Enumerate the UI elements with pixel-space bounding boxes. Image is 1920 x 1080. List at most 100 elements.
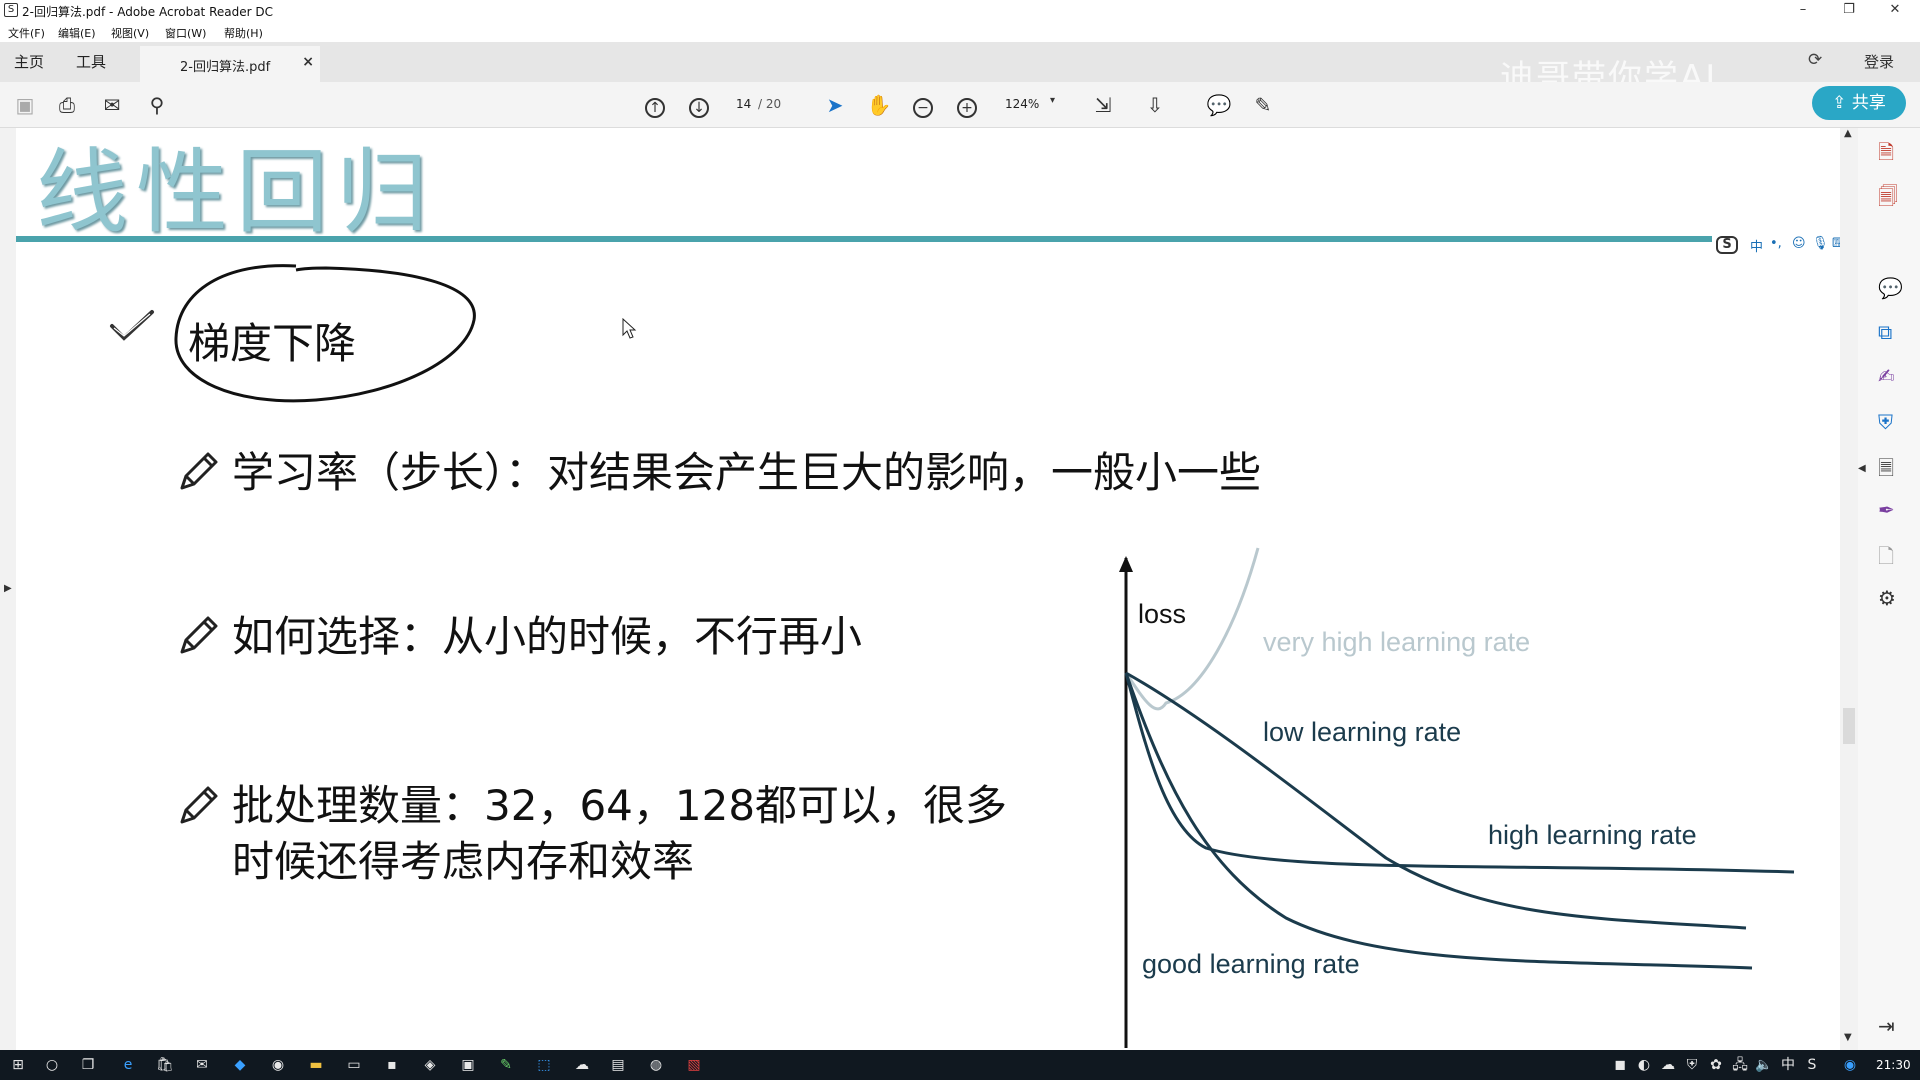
tab-document[interactable]: 2-回归算法.pdf × bbox=[140, 46, 320, 82]
tray-shield-icon[interactable]: ⛨ bbox=[1682, 1056, 1702, 1074]
total-pages: / 20 bbox=[758, 97, 782, 111]
email-icon[interactable]: ✉ bbox=[97, 90, 127, 120]
comment-icon[interactable]: 💬 bbox=[1204, 90, 1234, 120]
task-view-icon[interactable]: ❐ bbox=[78, 1056, 98, 1074]
checkmark-icon bbox=[110, 310, 154, 341]
series-label-low: low learning rate bbox=[1263, 717, 1461, 747]
app-icon-7[interactable]: ⬚ bbox=[534, 1056, 554, 1074]
network-icon[interactable]: 🖧 bbox=[1730, 1056, 1750, 1074]
acrobat-app-icon: S bbox=[4, 3, 18, 17]
bullet-how-to-choose: 如何选择：从小的时候，不行再小 bbox=[232, 612, 863, 661]
series-label-good: good learning rate bbox=[1142, 949, 1360, 979]
notification-icon[interactable]: ◉ bbox=[1840, 1056, 1860, 1074]
menu-edit[interactable]: 编辑(E) bbox=[58, 25, 96, 41]
organize-pages-icon[interactable]: 🗋 bbox=[1878, 542, 1894, 576]
series-label-very-high: very high learning rate bbox=[1263, 627, 1530, 657]
zoom-in-icon[interactable]: + bbox=[952, 90, 982, 120]
input-language-icon[interactable]: 中 bbox=[1778, 1056, 1798, 1074]
hand-tool-icon[interactable]: ✋ bbox=[864, 90, 894, 120]
app-icon-4[interactable]: ◈ bbox=[420, 1056, 440, 1074]
menu-help[interactable]: 帮助(H) bbox=[224, 25, 263, 41]
right-tools-pane: 🗎 🗐 💬 ⧉ ✍ ⛨ 🗏 ✒ 🗋 ⚙ ◀ ⇥ bbox=[1858, 128, 1920, 1050]
ime-punctuation-toggle[interactable]: •, bbox=[1770, 236, 1782, 251]
scroll-up-icon[interactable]: ▲ bbox=[1844, 128, 1852, 139]
zoom-dropdown-icon[interactable]: ▾ bbox=[1050, 95, 1055, 106]
acrobat-taskbar-icon[interactable]: ▧ bbox=[684, 1056, 704, 1074]
start-icon[interactable]: ⊞ bbox=[8, 1056, 28, 1074]
more-tools-icon[interactable]: ⚙ bbox=[1878, 586, 1896, 610]
edge-browser-icon[interactable]: e bbox=[118, 1056, 138, 1074]
app-icon-6[interactable]: ✎ bbox=[496, 1056, 516, 1074]
app-icon-3[interactable]: ▪ bbox=[382, 1056, 402, 1074]
next-page-icon[interactable]: ↓ bbox=[684, 90, 714, 120]
mail-icon[interactable]: ✉ bbox=[192, 1056, 212, 1074]
menu-window[interactable]: 窗口(W) bbox=[165, 25, 206, 41]
comment-pane-icon[interactable]: 💬 bbox=[1878, 276, 1903, 300]
file-explorer-icon[interactable]: ▬ bbox=[306, 1056, 326, 1074]
select-cursor-icon[interactable]: ➤ bbox=[820, 90, 850, 120]
left-panel-gutter[interactable]: ▶ bbox=[0, 128, 16, 1050]
app-icon-1[interactable]: ◆ bbox=[230, 1056, 250, 1074]
share-label: 共享 bbox=[1851, 93, 1886, 113]
combine-files-icon[interactable]: ⧉ bbox=[1878, 320, 1892, 344]
browser-icon[interactable]: ◉ bbox=[268, 1056, 288, 1074]
volume-icon[interactable]: 🔈 bbox=[1754, 1056, 1774, 1074]
previous-page-icon[interactable]: ↑ bbox=[640, 90, 670, 120]
protect-icon[interactable]: ⛨ bbox=[1878, 410, 1893, 434]
menu-view[interactable]: 视图(V) bbox=[111, 25, 149, 41]
fit-page-icon[interactable]: ⇲ bbox=[1088, 90, 1118, 120]
close-window-button[interactable]: ✕ bbox=[1872, 0, 1918, 22]
tab-home[interactable]: 主页 bbox=[14, 51, 44, 72]
print-icon[interactable]: ⎙ bbox=[52, 90, 82, 120]
window-title: 2-回归算法.pdf - Adobe Acrobat Reader DC bbox=[22, 5, 273, 19]
y-axis-label: loss bbox=[1138, 599, 1186, 629]
sync-icon[interactable]: ⟳ bbox=[1808, 50, 1822, 70]
create-pdf-icon[interactable]: 🗐 bbox=[1878, 182, 1898, 216]
bullet-learning-rate: 学习率（步长）：对结果会产生巨大的影响，一般小一些 bbox=[232, 448, 1262, 497]
fill-sign-icon[interactable]: ✍ bbox=[1878, 364, 1895, 388]
tray-icon-3[interactable]: ✿ bbox=[1706, 1056, 1726, 1074]
y-axis-arrow bbox=[1119, 556, 1133, 572]
emoji-icon[interactable]: ☺ bbox=[1792, 236, 1806, 251]
tab-tools[interactable]: 工具 bbox=[76, 51, 106, 72]
microphone-icon[interactable]: 🎙 bbox=[1812, 236, 1829, 251]
save-icon[interactable]: ▣ bbox=[10, 90, 40, 120]
tray-wechat-icon[interactable]: ☁ bbox=[1658, 1056, 1678, 1074]
title-rule bbox=[16, 236, 1716, 242]
tray-icon-1[interactable]: ◼ bbox=[1610, 1056, 1630, 1074]
collapse-pane-icon[interactable]: ◀ bbox=[1858, 463, 1866, 474]
zoom-level-field[interactable]: 124% bbox=[1005, 97, 1039, 111]
hide-pane-icon[interactable]: ⇥ bbox=[1878, 1014, 1895, 1038]
app-icon-2[interactable]: ▭ bbox=[344, 1056, 364, 1074]
tray-icon-2[interactable]: ◐ bbox=[1634, 1056, 1654, 1074]
send-for-review-icon[interactable]: 🗏 bbox=[1878, 454, 1894, 488]
tray-sogou-icon[interactable]: S bbox=[1802, 1056, 1822, 1074]
slide-title: 线性回归 bbox=[36, 139, 437, 246]
zoom-out-icon[interactable]: − bbox=[908, 90, 938, 120]
app-icon-8[interactable]: ▤ bbox=[608, 1056, 628, 1074]
vertical-scrollbar[interactable]: ▲ ▼ bbox=[1840, 128, 1858, 1050]
search-icon[interactable]: ⚲ bbox=[142, 90, 172, 120]
scroll-down-icon[interactable]: ▼ bbox=[1844, 1032, 1852, 1043]
minimize-button[interactable]: – bbox=[1780, 0, 1826, 22]
close-tab-button[interactable]: × bbox=[302, 54, 314, 70]
learning-rate-chart: loss very high learning rate low learnin… bbox=[1119, 547, 1795, 1048]
wechat-icon[interactable]: ☁ bbox=[572, 1056, 592, 1074]
share-button[interactable]: ⇪ 共享 bbox=[1812, 86, 1906, 120]
menu-file[interactable]: 文件(F) bbox=[8, 25, 45, 41]
scrolling-mode-icon[interactable]: ⇩ bbox=[1140, 90, 1170, 120]
highlight-pen-icon[interactable]: ✎ bbox=[1248, 90, 1278, 120]
scrollbar-thumb[interactable] bbox=[1843, 708, 1855, 744]
sign-in-link[interactable]: 登录 bbox=[1864, 51, 1894, 72]
store-icon[interactable]: 🛍 bbox=[155, 1056, 175, 1074]
restore-button[interactable]: ❐ bbox=[1826, 0, 1872, 22]
sign-icon[interactable]: ✒ bbox=[1878, 498, 1895, 522]
expand-left-panel-icon[interactable]: ▶ bbox=[4, 583, 12, 594]
app-icon-5[interactable]: ▣ bbox=[458, 1056, 478, 1074]
export-pdf-icon[interactable]: 🗎 bbox=[1878, 138, 1894, 172]
app-icon-9[interactable]: ◍ bbox=[646, 1056, 666, 1074]
pencil-icon bbox=[180, 616, 218, 654]
cortana-search-icon[interactable]: ○ bbox=[42, 1056, 62, 1074]
current-page-field[interactable]: 14 bbox=[736, 97, 751, 111]
ime-language-toggle[interactable]: 中 bbox=[1750, 236, 1763, 255]
